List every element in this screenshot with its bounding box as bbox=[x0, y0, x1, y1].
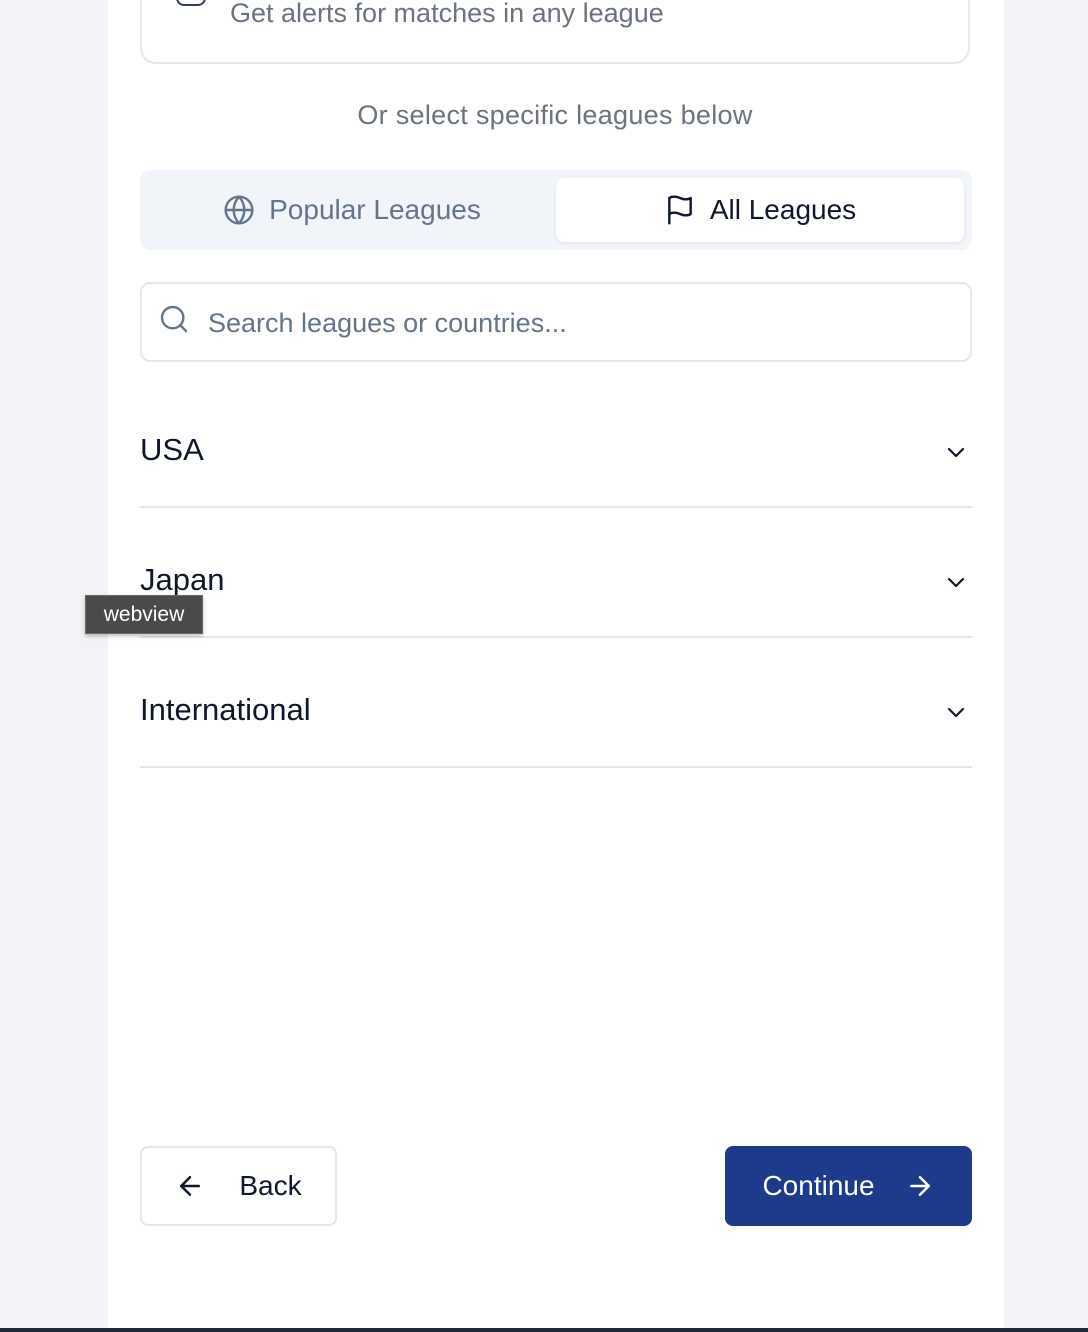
chevron-down-icon[interactable] bbox=[944, 440, 968, 469]
tab-popular-leagues[interactable]: Popular Leagues bbox=[148, 178, 556, 242]
tab-all-leagues[interactable]: All Leagues bbox=[556, 178, 964, 242]
any-league-description: Get alerts for matches in any league bbox=[230, 0, 664, 28]
chevron-down-icon[interactable] bbox=[944, 570, 968, 599]
continue-button[interactable]: Continue bbox=[725, 1146, 972, 1226]
any-league-option[interactable]: Get alerts for matches in any league bbox=[140, 0, 970, 64]
league-tabs: Popular Leagues All Leagues bbox=[140, 170, 972, 250]
search-icon bbox=[158, 303, 190, 340]
country-row-usa[interactable]: USA bbox=[140, 378, 972, 508]
back-button-label: Back bbox=[239, 1170, 302, 1201]
country-name: USA bbox=[140, 432, 204, 467]
country-row-japan[interactable]: Japan bbox=[140, 508, 972, 638]
search-input[interactable] bbox=[206, 284, 950, 362]
leagues-selection-page: Get alerts for matches in any league Or … bbox=[108, 0, 1004, 1328]
country-name: International bbox=[140, 692, 311, 727]
globe-icon bbox=[223, 194, 255, 226]
tab-popular-leagues-label: Popular Leagues bbox=[269, 194, 481, 225]
arrow-right-icon bbox=[905, 1171, 935, 1201]
country-row-international[interactable]: International bbox=[140, 638, 972, 768]
tab-all-leagues-label: All Leagues bbox=[709, 194, 857, 225]
flag-icon bbox=[664, 194, 696, 226]
search-box bbox=[140, 282, 972, 362]
any-league-checkbox[interactable] bbox=[176, 0, 206, 6]
arrow-left-icon bbox=[175, 1171, 205, 1201]
back-button[interactable]: Back bbox=[140, 1146, 337, 1226]
continue-button-label: Continue bbox=[762, 1170, 875, 1201]
country-name: Japan bbox=[140, 562, 225, 597]
window-bottom-edge bbox=[0, 1328, 1088, 1332]
webview-tooltip: webview bbox=[85, 595, 203, 634]
country-list: USA Japan International bbox=[140, 378, 972, 768]
helper-text: Or select specific leagues below bbox=[357, 100, 753, 130]
chevron-down-icon[interactable] bbox=[944, 700, 968, 729]
